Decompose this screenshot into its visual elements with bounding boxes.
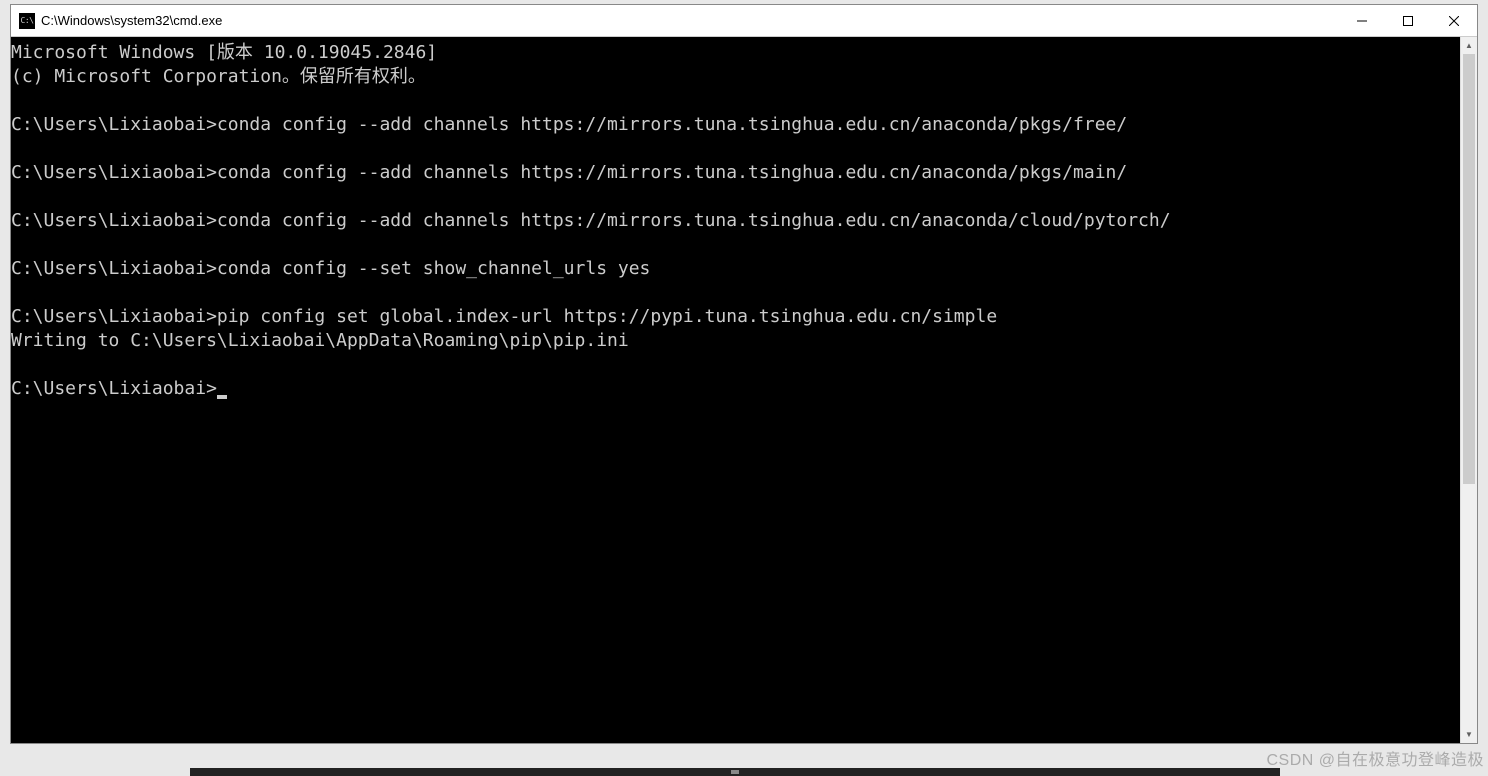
- watermark-text: CSDN @自在极意功登峰造极: [1266, 746, 1484, 770]
- terminal-line: [11, 89, 1460, 113]
- terminal-line: Microsoft Windows [版本 10.0.19045.2846]: [11, 41, 1460, 65]
- cmd-icon: C:\: [19, 13, 35, 29]
- terminal-line: C:\Users\Lixiaobai>conda config --set sh…: [11, 257, 1460, 281]
- terminal-line: [11, 233, 1460, 257]
- terminal-line: [11, 281, 1460, 305]
- close-button[interactable]: [1431, 5, 1477, 36]
- scroll-down-arrow-icon[interactable]: ▼: [1461, 726, 1477, 743]
- content-area: Microsoft Windows [版本 10.0.19045.2846](c…: [11, 37, 1477, 743]
- terminal-line: [11, 185, 1460, 209]
- scroll-up-arrow-icon[interactable]: ▲: [1461, 37, 1477, 54]
- terminal-line: C:\Users\Lixiaobai>conda config --add ch…: [11, 209, 1460, 233]
- scroll-thumb[interactable]: [1463, 54, 1475, 484]
- cursor-icon: [217, 395, 227, 399]
- titlebar[interactable]: C:\ C:\Windows\system32\cmd.exe: [11, 5, 1477, 37]
- minimize-button[interactable]: [1339, 5, 1385, 36]
- window-controls: [1339, 5, 1477, 36]
- window-title: C:\Windows\system32\cmd.exe: [41, 13, 1339, 28]
- taskbar-indicator: [731, 770, 739, 774]
- cmd-window: C:\ C:\Windows\system32\cmd.exe Microsof…: [10, 4, 1478, 744]
- minimize-icon: [1357, 16, 1367, 26]
- terminal-line: [11, 137, 1460, 161]
- terminal-line: C:\Users\Lixiaobai>: [11, 377, 1460, 401]
- terminal-line: C:\Users\Lixiaobai>conda config --add ch…: [11, 161, 1460, 185]
- close-icon: [1449, 16, 1459, 26]
- maximize-icon: [1403, 16, 1413, 26]
- maximize-button[interactable]: [1385, 5, 1431, 36]
- terminal-line: Writing to C:\Users\Lixiaobai\AppData\Ro…: [11, 329, 1460, 353]
- terminal-line: C:\Users\Lixiaobai>conda config --add ch…: [11, 113, 1460, 137]
- vertical-scrollbar[interactable]: ▲ ▼: [1460, 37, 1477, 743]
- terminal-line: C:\Users\Lixiaobai>pip config set global…: [11, 305, 1460, 329]
- terminal-line: [11, 353, 1460, 377]
- terminal-line: (c) Microsoft Corporation。保留所有权利。: [11, 65, 1460, 89]
- taskbar-fragment: [190, 768, 1280, 776]
- terminal-output[interactable]: Microsoft Windows [版本 10.0.19045.2846](c…: [11, 37, 1460, 743]
